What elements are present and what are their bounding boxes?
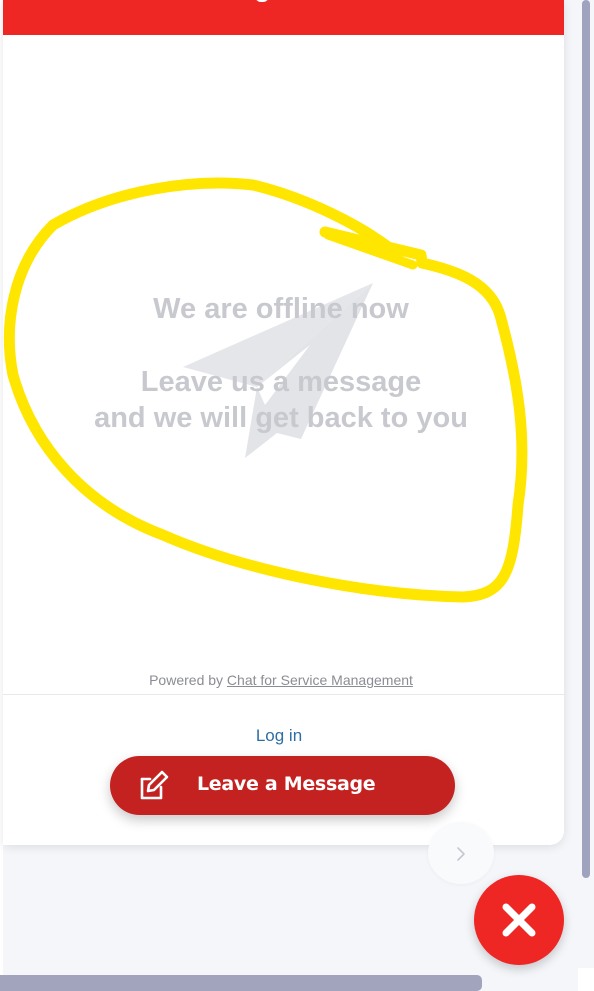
edit-icon [140, 770, 169, 800]
close-chat-button[interactable] [474, 875, 564, 965]
chat-header [3, 0, 564, 35]
next-button[interactable] [428, 822, 494, 884]
offline-heading: We are offline now [153, 293, 409, 325]
footer-divider [3, 694, 564, 695]
scrollbar-corner [578, 968, 594, 991]
close-icon [502, 903, 536, 937]
login-link[interactable]: Log in [3, 726, 555, 746]
horizontal-scrollbar[interactable] [0, 975, 482, 991]
leave-message-label: Leave a Message [197, 773, 376, 795]
chat-panel: We are offline now Leave us a message an… [3, 0, 564, 845]
powered-by-prefix: Powered by [149, 672, 224, 688]
chevron-right-icon [457, 847, 465, 861]
vertical-scrollbar[interactable] [582, 0, 590, 878]
powered-by: Powered by Chat for Service Management [3, 672, 559, 688]
offline-message-line2: and we will get back to you [94, 402, 468, 434]
powered-by-link[interactable]: Chat for Service Management [227, 672, 413, 688]
header-title-fragment [255, 0, 269, 2]
leave-message-button[interactable]: Leave a Message [110, 756, 455, 815]
offline-message-line1: Leave us a message [140, 366, 422, 398]
